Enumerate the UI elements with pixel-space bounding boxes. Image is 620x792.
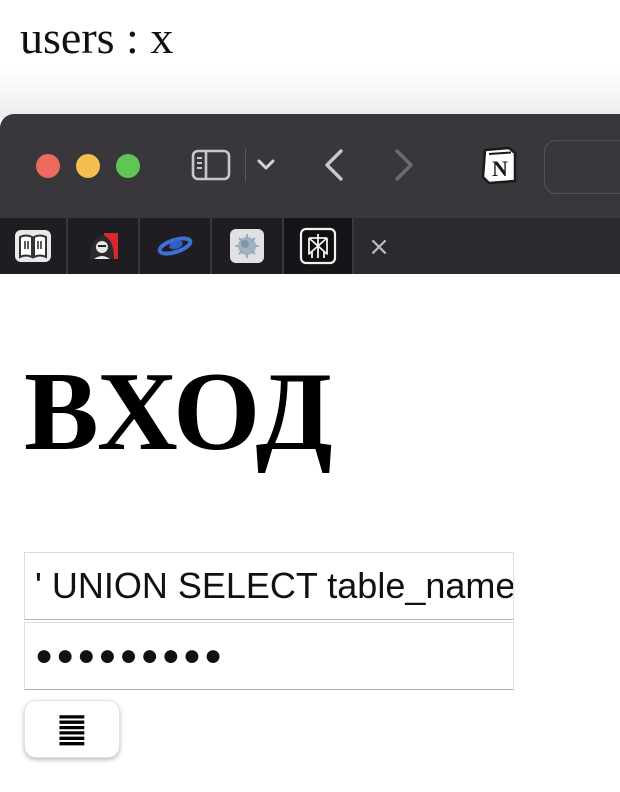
tab-bar: ×: [0, 218, 620, 274]
tab-group-menu-button[interactable]: [254, 152, 278, 178]
forward-icon: [395, 149, 413, 181]
chevron-down-icon: [257, 159, 275, 170]
book-icon: [15, 230, 51, 262]
address-bar[interactable]: [544, 140, 620, 194]
notion-extension-button[interactable]: N: [478, 144, 520, 186]
page-title: ВХОД: [24, 350, 334, 474]
tab-3[interactable]: [140, 218, 212, 274]
caption-text: users : x: [20, 12, 174, 63]
tab-4[interactable]: [212, 218, 284, 274]
back-button[interactable]: [318, 146, 350, 184]
forward-button[interactable]: [388, 146, 420, 184]
close-window-button[interactable]: [36, 154, 60, 178]
notion-letter: N: [492, 156, 508, 181]
back-icon: [325, 149, 343, 181]
hacker-avatar-icon: [90, 233, 118, 259]
toolbar-divider: [245, 148, 246, 182]
browser-window: N × ВХОД ' UNION SELECT table_name ●●●●●…: [0, 114, 620, 792]
submit-glyph: ䷀: [56, 709, 88, 749]
notion-icon: N: [481, 146, 517, 185]
zoom-window-button[interactable]: [116, 154, 140, 178]
sidebar-toggle-button[interactable]: [190, 148, 232, 182]
page-content: ВХОД ' UNION SELECT table_name FROM info…: [0, 274, 620, 792]
close-tab-icon[interactable]: ×: [364, 232, 394, 262]
password-input[interactable]: ●●●●●●●●●: [24, 622, 514, 690]
tab-2[interactable]: [68, 218, 140, 274]
sidebar-icon: [191, 149, 231, 181]
minimize-window-button[interactable]: [76, 154, 100, 178]
spiky-ball-icon: [230, 229, 264, 263]
browser-toolbar: N: [0, 114, 620, 218]
tab-1[interactable]: [0, 218, 68, 274]
submit-button[interactable]: ䷀: [24, 700, 120, 758]
backdrop-gradient: [0, 70, 620, 118]
saturn-logo-icon: [157, 236, 193, 256]
perplexity-icon: [299, 227, 337, 265]
tab-5-active[interactable]: [284, 218, 354, 274]
login-input[interactable]: ' UNION SELECT table_name FROM informati…: [24, 552, 514, 620]
